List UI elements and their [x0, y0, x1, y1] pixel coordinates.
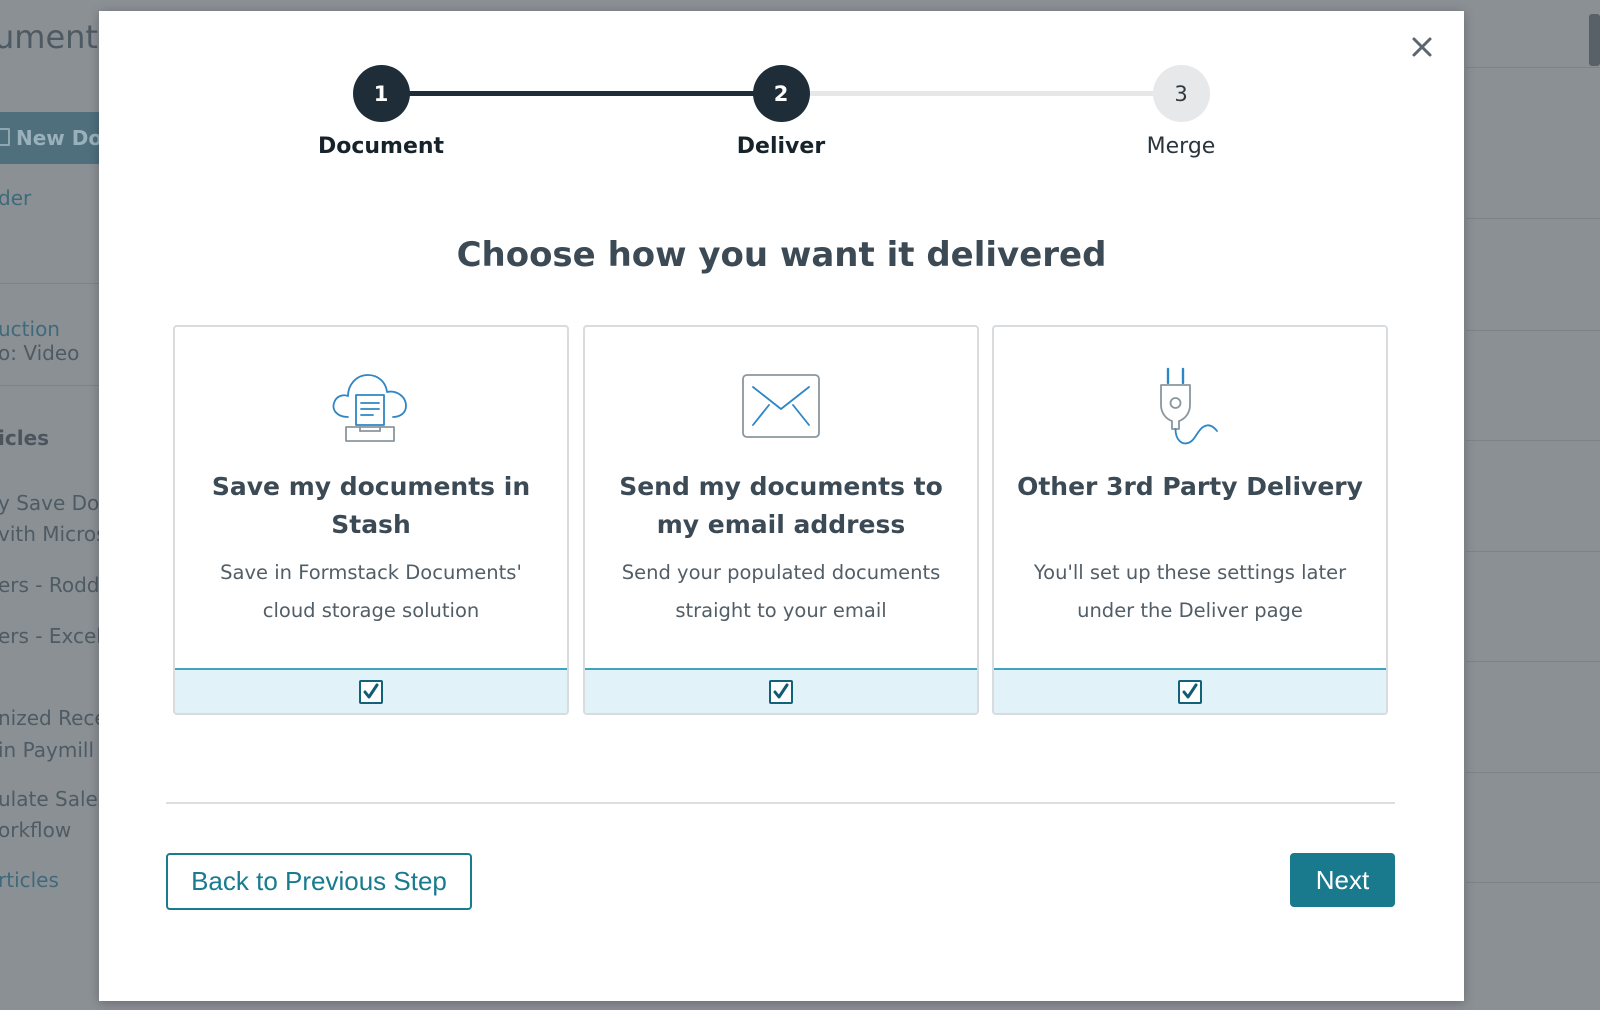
option-description: Send your populated documents straight t… [621, 561, 941, 622]
step-label: Document [317, 134, 445, 159]
option-title: Save my documents in Stash [211, 472, 531, 539]
background-link: rticles [0, 868, 59, 892]
step-document[interactable]: 1 Document [281, 65, 481, 159]
footer-divider [166, 802, 1395, 804]
background-divider [1466, 661, 1600, 662]
option-card-stash[interactable]: Save my documents in Stash Save in Forms… [173, 325, 569, 715]
option-checkbox[interactable] [359, 679, 383, 704]
option-title: Other 3rd Party Delivery [1017, 472, 1363, 501]
option-checkbox[interactable] [769, 679, 793, 704]
delivery-wizard-modal: 1 Document 2 Deliver 3 Merge Choose how … [99, 11, 1464, 1001]
background-new-document-button: New Do [0, 112, 110, 164]
option-card-third-party[interactable]: Other 3rd Party Delivery You'll set up t… [992, 325, 1388, 715]
background-text: in Paymill [0, 738, 94, 762]
background-text: ulate Sales [0, 787, 109, 811]
delivery-options: Save my documents in Stash Save in Forms… [173, 325, 1391, 715]
cloud-document-icon [326, 365, 416, 449]
background-link: der [0, 186, 32, 210]
plug-icon [1145, 365, 1235, 449]
option-select-bar[interactable] [585, 668, 977, 713]
step-number: 2 [752, 65, 810, 122]
option-description: Save in Formstack Documents' cloud stora… [220, 561, 522, 622]
background-divider [1466, 551, 1600, 552]
background-text: y Save Doc [0, 491, 111, 515]
background-divider [1466, 218, 1600, 219]
background-divider [1466, 772, 1600, 773]
step-label: Deliver [736, 134, 826, 159]
option-card-email[interactable]: Send my documents to my email address Se… [583, 325, 979, 715]
option-checkbox[interactable] [1178, 679, 1202, 704]
step-number: 1 [352, 65, 410, 122]
background-divider [1466, 330, 1600, 331]
background-divider [1466, 440, 1600, 441]
option-title: Send my documents to my email address [619, 472, 943, 539]
step-deliver[interactable]: 2 Deliver [681, 65, 881, 159]
background-scrollbar [1589, 14, 1600, 66]
wizard-stepper: 1 Document 2 Deliver 3 Merge [99, 11, 1464, 191]
step-merge[interactable]: 3 Merge [1081, 65, 1281, 159]
checkmark-icon [363, 683, 379, 698]
checkmark-icon [1182, 683, 1198, 698]
background-text: ers - Rodd [0, 573, 100, 597]
back-to-previous-step-button[interactable]: Back to Previous Step [166, 853, 472, 910]
background-section-heading: icles [0, 426, 50, 450]
background-new-document-label: New Do [16, 126, 103, 150]
background-text: o: Video [0, 341, 80, 365]
next-button[interactable]: Next [1290, 853, 1395, 907]
background-link: uction [0, 317, 60, 341]
option-select-bar[interactable] [175, 668, 567, 713]
document-icon [0, 128, 10, 146]
envelope-icon [736, 365, 826, 449]
step-number: 3 [1152, 65, 1210, 122]
checkmark-icon [773, 683, 789, 698]
background-divider [0, 385, 100, 386]
background-text: orkflow [0, 818, 72, 842]
background-divider [0, 283, 100, 284]
step-label: Merge [1146, 134, 1216, 159]
background-divider [1466, 882, 1600, 883]
background-text: vith Micros [0, 522, 107, 546]
background-text: ers - Excel [0, 624, 102, 648]
background-page-title: uments [0, 18, 115, 56]
background-text: nized Rece [0, 706, 107, 730]
option-description: You'll set up these settings later under… [1033, 561, 1347, 622]
option-select-bar[interactable] [994, 668, 1386, 713]
modal-heading: Choose how you want it delivered [456, 235, 1107, 275]
background-right-panel [1466, 22, 1600, 68]
